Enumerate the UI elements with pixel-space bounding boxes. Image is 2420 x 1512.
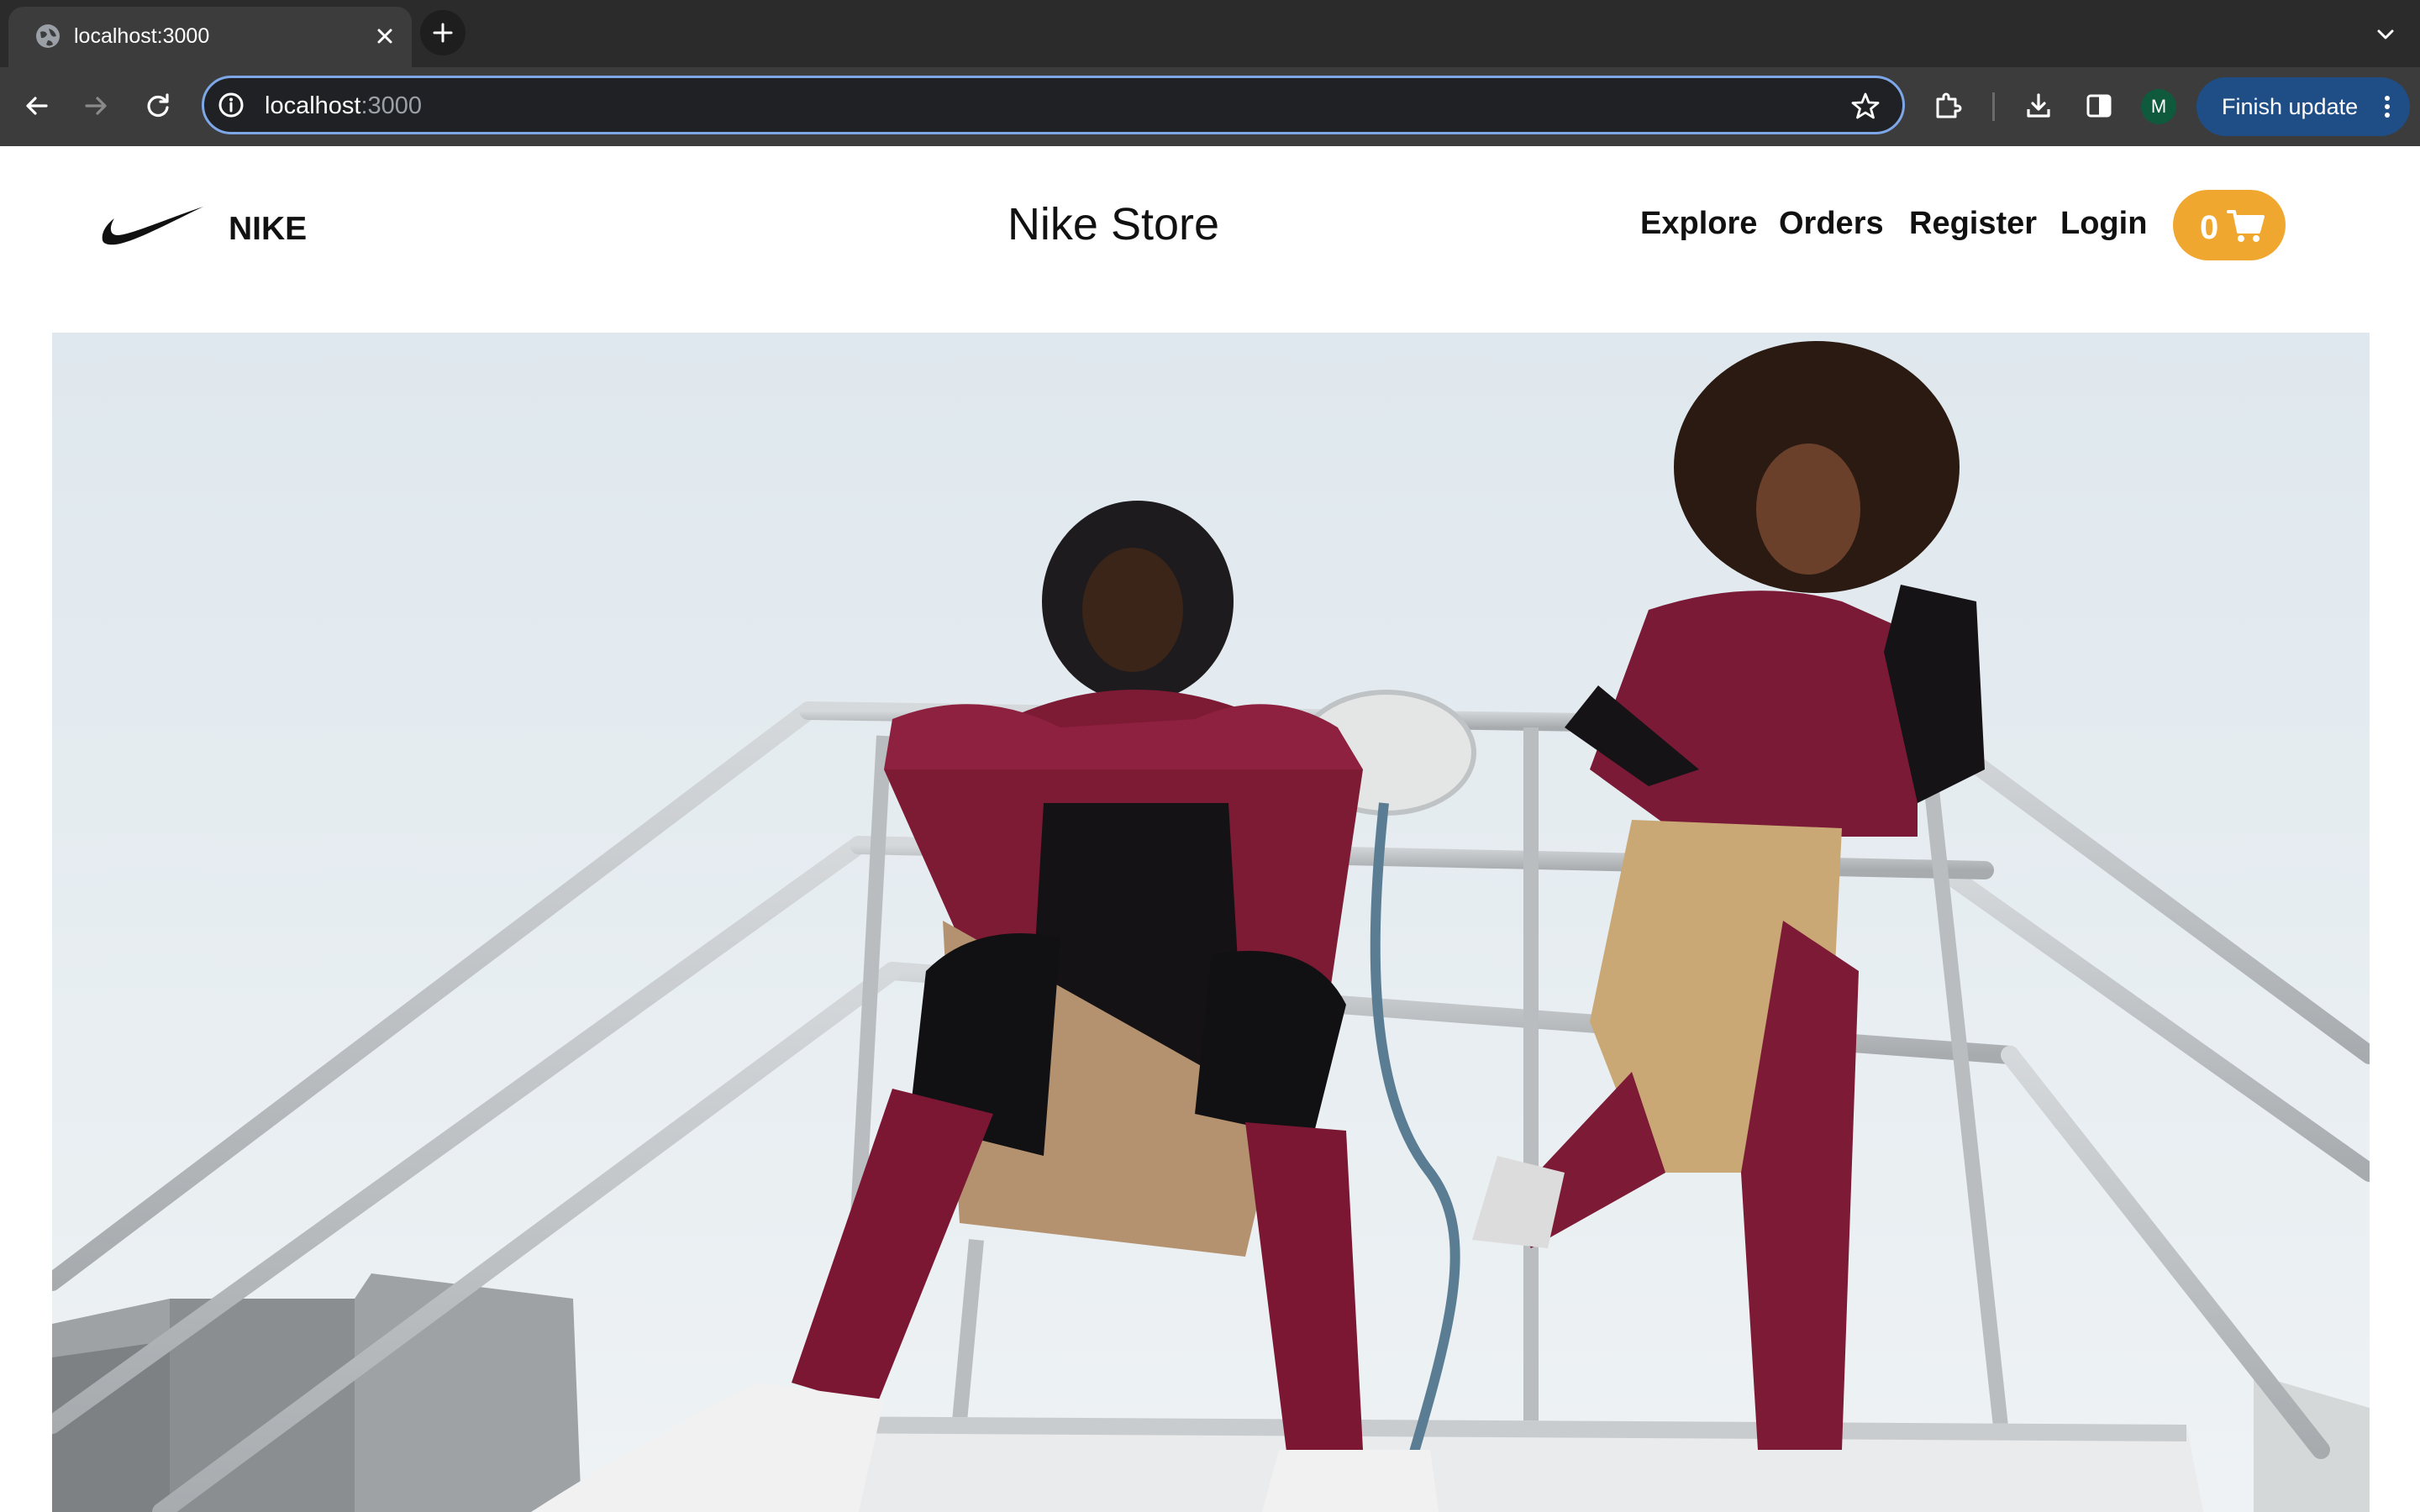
side-panel-icon bbox=[2086, 94, 2112, 118]
cart-button[interactable]: 0 bbox=[2173, 190, 2286, 260]
cart-count: 0 bbox=[2200, 209, 2219, 246]
arrow-left-icon bbox=[26, 97, 48, 115]
url-text[interactable]: localhost:3000 bbox=[265, 91, 422, 121]
brand-name: NIKE bbox=[229, 211, 308, 247]
tab-title: localhost:3000 bbox=[74, 24, 210, 48]
info-icon[interactable] bbox=[216, 90, 246, 120]
new-tab-button[interactable] bbox=[420, 10, 466, 55]
plus-icon bbox=[433, 23, 453, 43]
page-title: Nike Store bbox=[1007, 199, 1220, 249]
url-port: :3000 bbox=[360, 92, 423, 119]
browser-tab[interactable]: localhost:3000 bbox=[8, 7, 412, 67]
toolbar-divider bbox=[1992, 92, 1995, 121]
download-icon bbox=[2027, 93, 2050, 118]
browser-tab-strip: localhost:3000 bbox=[0, 0, 2420, 67]
shopping-cart-icon bbox=[2227, 210, 2265, 242]
nav-link-login[interactable]: Login bbox=[2060, 200, 2147, 247]
more-vertical-icon[interactable] bbox=[2373, 92, 2402, 121]
browser-toolbar: localhost:3000 M Finish update bbox=[0, 67, 2420, 146]
star-icon[interactable] bbox=[1849, 90, 1881, 122]
chevron-down-icon[interactable] bbox=[2371, 20, 2400, 49]
reload-icon bbox=[147, 93, 169, 118]
puzzle-icon bbox=[1936, 92, 1962, 118]
back-button[interactable] bbox=[17, 86, 57, 126]
url-host: localhost bbox=[265, 92, 361, 119]
hero-photo bbox=[52, 333, 2370, 1512]
extensions-button[interactable] bbox=[1928, 86, 1968, 126]
globe-icon bbox=[36, 24, 60, 48]
page-content: NIKE Nike Store Explore Orders Register … bbox=[0, 146, 2420, 1512]
finish-update-button[interactable]: Finish update bbox=[2196, 77, 2410, 136]
close-icon[interactable] bbox=[371, 23, 398, 50]
forward-button[interactable] bbox=[76, 86, 116, 126]
hero-image bbox=[52, 333, 2370, 1512]
nike-swoosh-icon bbox=[102, 207, 203, 245]
finish-update-label: Finish update bbox=[2222, 94, 2359, 119]
address-bar[interactable]: localhost:3000 bbox=[202, 76, 1905, 134]
downloads-button[interactable] bbox=[2018, 86, 2059, 126]
profile-avatar[interactable]: M bbox=[2141, 89, 2176, 124]
nav-link-register[interactable]: Register bbox=[1909, 200, 2037, 247]
arrow-right-icon bbox=[85, 97, 107, 115]
reload-button[interactable] bbox=[138, 86, 178, 126]
nav-link-orders[interactable]: Orders bbox=[1779, 200, 1884, 247]
side-panel-button[interactable] bbox=[2079, 86, 2119, 126]
nav-link-explore[interactable]: Explore bbox=[1640, 200, 1757, 247]
